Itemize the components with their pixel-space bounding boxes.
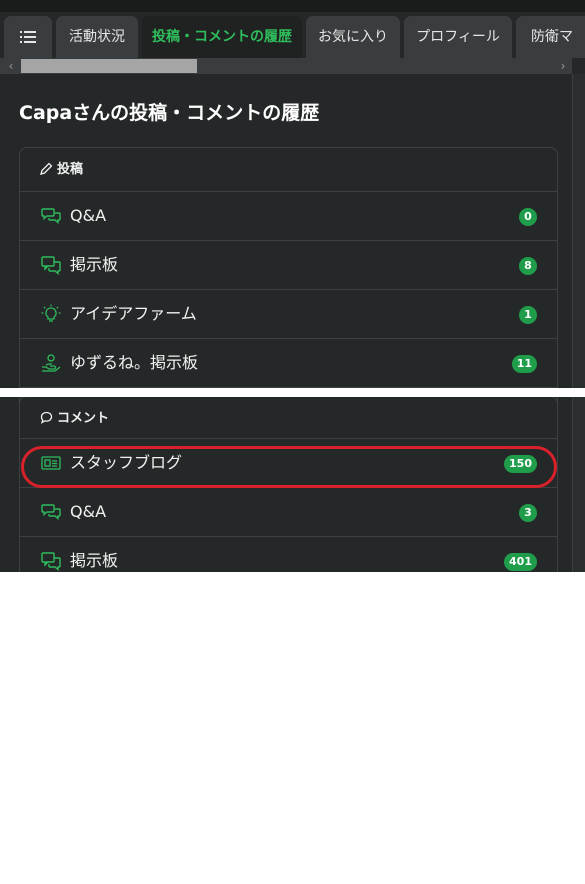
highlight-annotation: [21, 446, 557, 488]
scroll-left-arrow[interactable]: ‹: [2, 58, 20, 74]
post-row-qa[interactable]: Q&A 0: [20, 192, 557, 241]
count-badge: 11: [511, 355, 537, 373]
tab-bar: 活動状況 投稿・コメントの履歴 お気に入り プロフィール 防衛マ: [0, 12, 585, 58]
count-badge: 8: [519, 257, 537, 275]
chat-bubbles-icon: [41, 208, 61, 224]
tab-favorites[interactable]: お気に入り: [306, 16, 400, 58]
scroll-right-arrow[interactable]: ›: [554, 58, 572, 74]
post-label-board: 掲示板: [70, 255, 119, 274]
count-badge: 3: [519, 504, 537, 522]
comments-heading: コメント: [57, 411, 110, 426]
count-badge: 1: [519, 306, 537, 324]
comment-label-qa: Q&A: [70, 502, 107, 521]
chat-bubbles-icon: [41, 504, 61, 520]
vertical-scrollbar[interactable]: [572, 74, 585, 572]
tab-post-comment-history[interactable]: 投稿・コメントの履歴: [142, 16, 302, 58]
comment-row-qa[interactable]: Q&A 3: [20, 488, 557, 537]
top-strip: [0, 0, 585, 12]
posts-header: 投稿: [20, 148, 557, 192]
tab-activity[interactable]: 活動状況: [56, 16, 138, 58]
post-row-board[interactable]: 掲示板 8: [20, 241, 557, 290]
hand-share-icon: [42, 354, 61, 372]
comment-row-board[interactable]: 掲示板 401: [20, 537, 557, 572]
screenshot-splice-divider: [0, 388, 585, 397]
posts-heading: 投稿: [57, 162, 84, 177]
page-title: Capaさんの投稿・コメントの履歴: [19, 102, 320, 124]
list-icon: [20, 31, 36, 43]
screenshot-area: 活動状況 投稿・コメントの履歴 お気に入り プロフィール 防衛マ ‹ › Cap…: [0, 0, 585, 572]
message-board-icon: [41, 552, 61, 571]
post-label-yuzurune-board: ゆずるね。掲示板: [70, 353, 199, 372]
horizontal-scrollbar[interactable]: ‹ ›: [0, 58, 572, 74]
message-board-icon: [41, 256, 61, 275]
count-badge: 0: [519, 208, 537, 226]
post-row-yuzurune-board[interactable]: ゆずるね。掲示板 11: [20, 339, 557, 388]
scrollbar-thumb[interactable]: [21, 59, 197, 73]
post-label-qa: Q&A: [70, 206, 107, 225]
tab-menu[interactable]: [4, 16, 52, 58]
post-row-idea-farm[interactable]: アイデアファーム 1: [20, 290, 557, 339]
post-label-idea-farm: アイデアファーム: [70, 304, 197, 323]
posts-card: 投稿 Q&A 0 掲示板 8 アイデアファーム 1 ゆずるね。掲示板 11: [19, 147, 558, 409]
speech-bubble-icon: [40, 411, 53, 424]
comment-label-board: 掲示板: [70, 551, 119, 570]
tab-bousai[interactable]: 防衛マ: [516, 16, 585, 58]
comments-header: コメント: [20, 397, 557, 439]
lightbulb-icon: [41, 304, 61, 322]
tab-profile[interactable]: プロフィール: [404, 16, 512, 58]
pencil-icon: [40, 162, 53, 175]
count-badge: 401: [504, 553, 537, 571]
